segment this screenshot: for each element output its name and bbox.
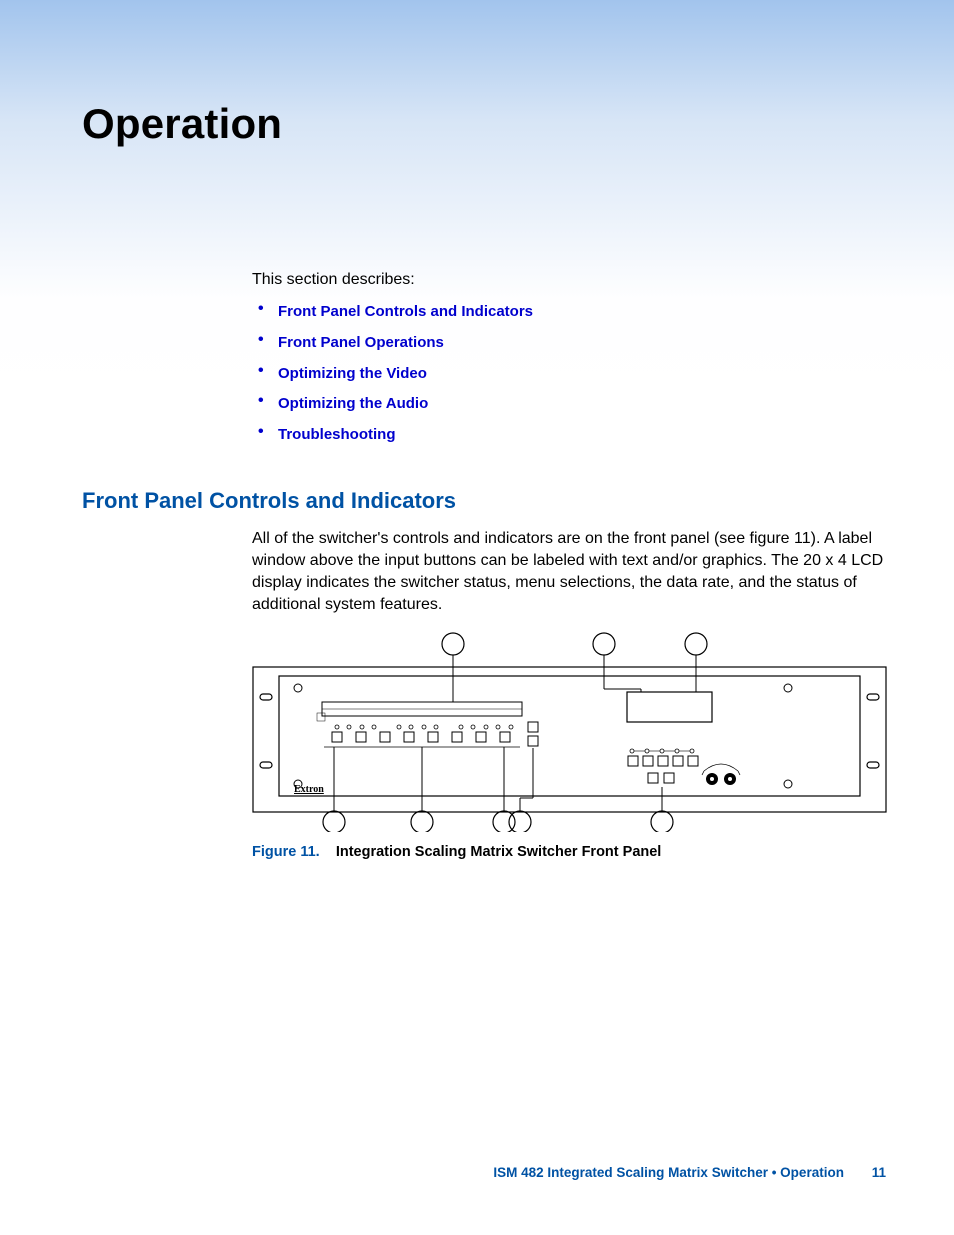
figure-caption: Figure 11. Integration Scaling Matrix Sw… xyxy=(252,844,887,860)
figure-title: Integration Scaling Matrix Switcher Fron… xyxy=(336,844,662,860)
intro-text: This section describes: xyxy=(252,268,887,291)
page-footer: ISM 482 Integrated Scaling Matrix Switch… xyxy=(493,1165,886,1180)
brand-label: Extron xyxy=(294,784,324,795)
toc-link-front-panel-controls[interactable]: Front Panel Controls and Indicators xyxy=(252,301,887,323)
intro-block: This section describes: Front Panel Cont… xyxy=(252,268,887,446)
toc-link-troubleshooting[interactable]: Troubleshooting xyxy=(252,424,887,446)
toc-links: Front Panel Controls and Indicators Fron… xyxy=(252,301,887,446)
toc-link-front-panel-operations[interactable]: Front Panel Operations xyxy=(252,332,887,354)
document-page: Operation This section describes: Front … xyxy=(0,0,954,1235)
figure: Extron xyxy=(252,632,887,832)
front-panel-diagram: Extron xyxy=(252,632,887,832)
subsection-body: All of the switcher's controls and indic… xyxy=(252,528,887,616)
toc-link-optimizing-audio[interactable]: Optimizing the Audio xyxy=(252,393,887,415)
footer-text: ISM 482 Integrated Scaling Matrix Switch… xyxy=(493,1165,844,1180)
subsection-heading: Front Panel Controls and Indicators xyxy=(82,488,887,514)
page-number: 11 xyxy=(872,1165,886,1180)
page-title: Operation xyxy=(82,100,887,148)
figure-number: Figure 11. xyxy=(252,844,320,860)
toc-link-optimizing-video[interactable]: Optimizing the Video xyxy=(252,363,887,385)
content-area: Operation This section describes: Front … xyxy=(82,100,887,860)
